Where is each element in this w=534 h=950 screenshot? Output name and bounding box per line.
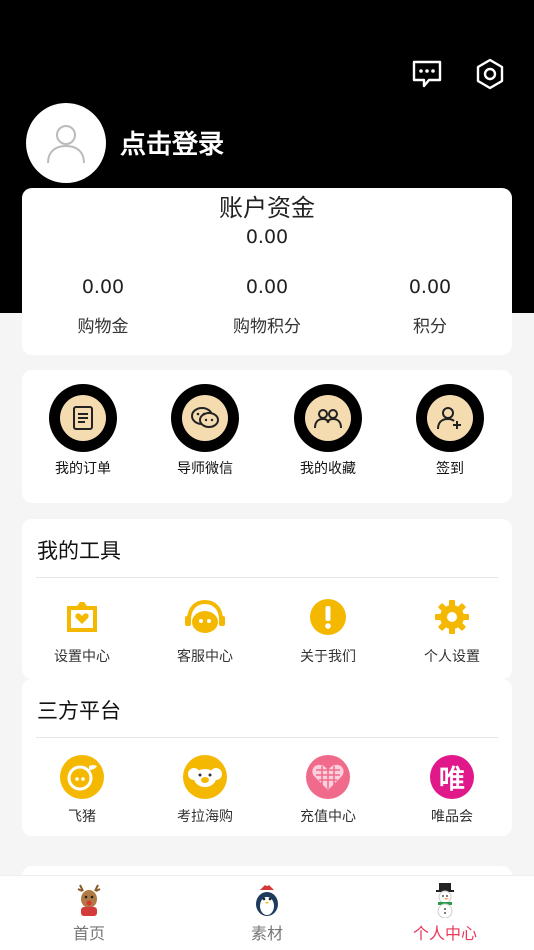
platform-label: 飞猪 (68, 809, 96, 825)
account-item-value: 0.00 (245, 276, 289, 298)
platform-recharge[interactable]: 充值中心 (268, 754, 388, 826)
quick-action-orders[interactable]: 我的订单 (28, 384, 138, 478)
tool-label: 个人设置 (424, 649, 480, 665)
fliggy-icon (59, 754, 105, 800)
account-item-value: 0.00 (408, 276, 452, 298)
tool-label: 客服中心 (177, 649, 233, 665)
quick-action-label: 我的订单 (55, 461, 111, 477)
tab-label: 素材 (250, 924, 283, 943)
checkin-icon (427, 395, 473, 441)
tab-materials[interactable]: 素材 (207, 882, 327, 944)
message-icon[interactable] (410, 57, 444, 91)
tool-label: 关于我们 (300, 649, 356, 665)
platforms-title: 三方平台 (37, 699, 121, 723)
settings-icon[interactable] (473, 57, 507, 91)
quick-action-label: 我的收藏 (300, 461, 356, 477)
platform-label: 考拉海购 (177, 809, 233, 825)
platform-label: 唯品会 (431, 809, 473, 825)
recharge-icon (305, 754, 351, 800)
tab-label: 个人中心 (412, 924, 477, 943)
tool-personal-settings[interactable]: 个人设置 (392, 594, 512, 666)
avatar[interactable] (26, 103, 106, 183)
account-item-points[interactable]: 0.00 积分 (360, 276, 500, 337)
divider (36, 577, 498, 578)
account-item-label: 购物金 (77, 317, 129, 337)
vip-icon: 唯 (429, 754, 475, 800)
favorites-icon (305, 395, 351, 441)
penguin-icon (247, 882, 287, 918)
settings-center-icon (59, 594, 105, 640)
tool-label: 设置中心 (54, 649, 110, 665)
vip-logo-glyph: 唯 (430, 755, 474, 799)
platform-fliggy[interactable]: 飞猪 (22, 754, 142, 826)
quick-action-label: 签到 (436, 461, 464, 477)
tab-personal-center[interactable]: 个人中心 (385, 882, 505, 944)
quick-action-favorites[interactable]: 我的收藏 (273, 384, 383, 478)
tab-label: 首页 (72, 924, 105, 943)
account-item-shopping-points[interactable]: 0.00 购物积分 (197, 276, 337, 337)
order-icon (60, 395, 106, 441)
wechat-icon (182, 395, 228, 441)
quick-action-label: 导师微信 (177, 461, 233, 477)
account-item-shopping-gold[interactable]: 0.00 购物金 (33, 276, 173, 337)
exclamation-icon (305, 594, 351, 640)
tool-about-us[interactable]: 关于我们 (268, 594, 388, 666)
kaola-icon (182, 754, 228, 800)
tab-bar: 首页 素材 个人中心 (0, 875, 534, 950)
account-item-value: 0.00 (81, 276, 125, 298)
headset-icon (182, 594, 228, 640)
platform-vip[interactable]: 唯 唯品会 (392, 754, 512, 826)
account-title: 账户资金 (219, 194, 315, 222)
reindeer-icon (69, 882, 109, 918)
platform-label: 充值中心 (300, 809, 356, 825)
platform-kaola[interactable]: 考拉海购 (145, 754, 265, 826)
platforms-card: 三方平台 飞猪 考拉海购 充值中心 唯 唯品会 (22, 679, 512, 836)
account-item-label: 积分 (413, 317, 447, 337)
tools-title: 我的工具 (37, 539, 121, 563)
tool-customer-service[interactable]: 客服中心 (145, 594, 265, 666)
login-link[interactable]: 点击登录 (120, 124, 224, 161)
account-card: 账户资金 0.00 0.00 购物金 0.00 购物积分 0.00 积分 (22, 188, 512, 355)
gear-icon (429, 594, 475, 640)
snowman-icon (425, 882, 465, 918)
account-total: 0.00 (245, 226, 289, 248)
tools-card: 我的工具 设置中心 客服中心 关于我们 个人设置 (22, 519, 512, 679)
user-icon (47, 125, 85, 164)
tab-home[interactable]: 首页 (29, 882, 149, 944)
divider (36, 737, 498, 738)
quick-action-wechat[interactable]: 导师微信 (150, 384, 260, 478)
quick-action-checkin[interactable]: 签到 (395, 384, 505, 478)
tool-settings-center[interactable]: 设置中心 (22, 594, 142, 666)
account-item-label: 购物积分 (233, 317, 301, 337)
quick-actions-card: 我的订单 导师微信 我的收藏 签到 (22, 370, 512, 503)
